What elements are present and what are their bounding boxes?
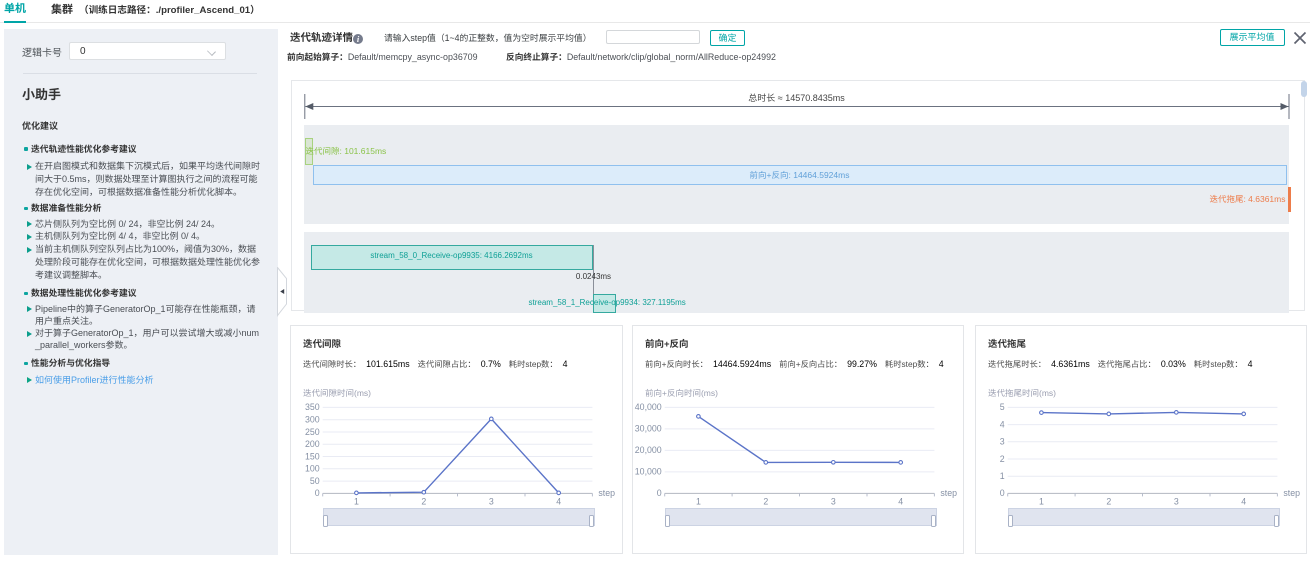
svg-text:20,000: 20,000 [635, 445, 662, 455]
svg-text:200: 200 [305, 439, 320, 449]
svg-text:3: 3 [831, 496, 836, 506]
svg-text:40,000: 40,000 [635, 402, 662, 412]
svg-text:0: 0 [657, 488, 662, 498]
svg-text:1: 1 [354, 496, 359, 506]
svg-text:step: step [1283, 488, 1300, 498]
svg-text:1: 1 [1000, 471, 1005, 481]
svg-text:4: 4 [1000, 419, 1005, 429]
svg-text:3: 3 [1174, 496, 1179, 506]
svg-text:3: 3 [1000, 437, 1005, 447]
svg-text:50: 50 [310, 476, 320, 486]
svg-text:10,000: 10,000 [635, 467, 662, 477]
svg-text:2: 2 [763, 496, 768, 506]
svg-text:2: 2 [1000, 454, 1005, 464]
svg-text:2: 2 [421, 496, 426, 506]
svg-text:1: 1 [1039, 496, 1044, 506]
svg-text:4: 4 [898, 496, 903, 506]
svg-text:30,000: 30,000 [635, 424, 662, 434]
svg-text:0: 0 [1000, 488, 1005, 498]
svg-text:4: 4 [556, 496, 561, 506]
svg-text:100: 100 [305, 464, 320, 474]
svg-text:step: step [940, 488, 957, 498]
svg-text:3: 3 [489, 496, 494, 506]
svg-text:4: 4 [1241, 496, 1246, 506]
svg-text:350: 350 [305, 402, 320, 412]
svg-text:300: 300 [305, 415, 320, 425]
svg-text:step: step [598, 488, 615, 498]
svg-text:250: 250 [305, 427, 320, 437]
svg-text:1: 1 [696, 496, 701, 506]
svg-text:5: 5 [1000, 402, 1005, 412]
svg-text:150: 150 [305, 451, 320, 461]
svg-text:0: 0 [315, 488, 320, 498]
svg-text:2: 2 [1106, 496, 1111, 506]
